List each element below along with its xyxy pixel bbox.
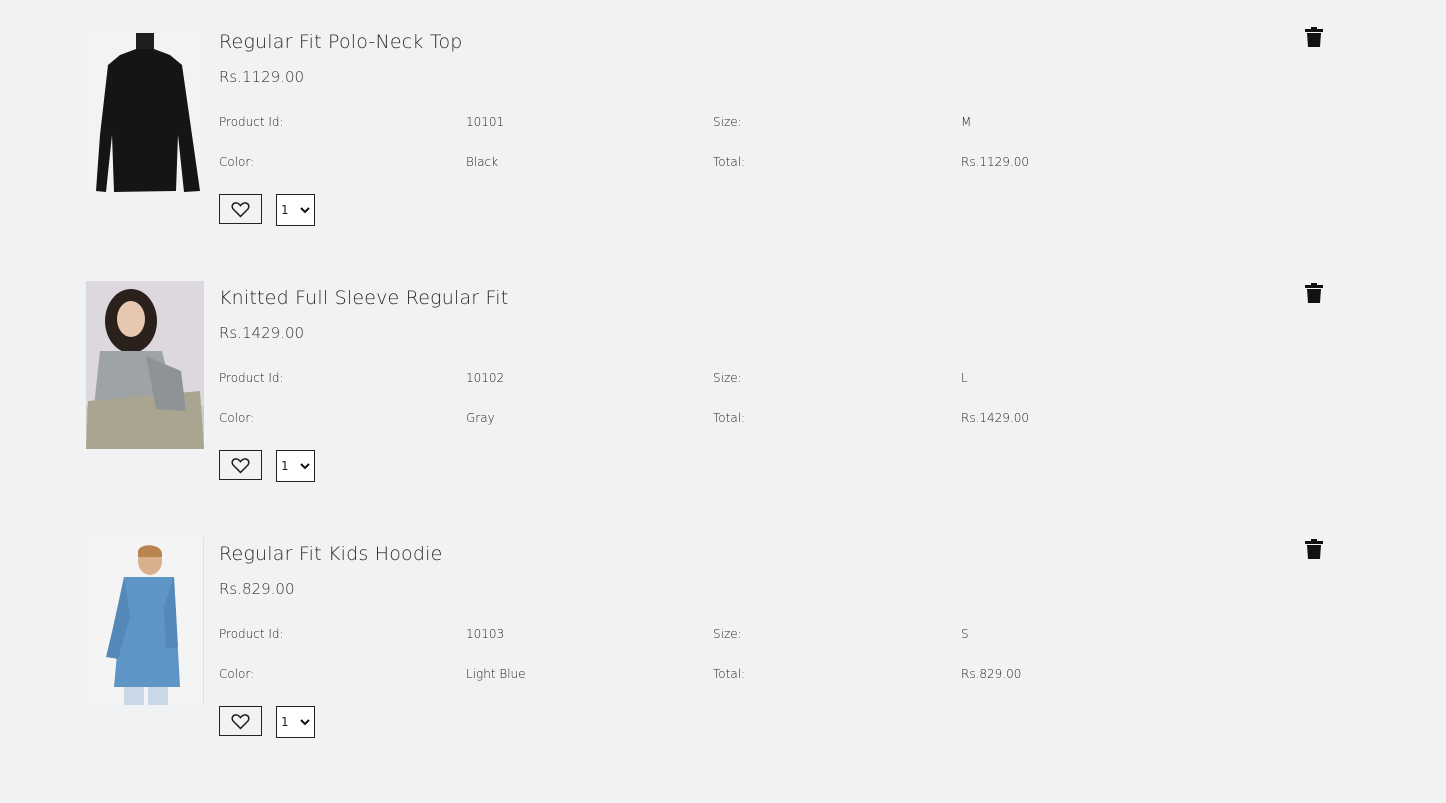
wishlist-button[interactable] xyxy=(219,706,262,736)
cart-items-list: Regular Fit Polo-Neck Top Rs.1129.00 Pro… xyxy=(0,0,1446,803)
product-id-value: 10102 xyxy=(466,371,505,385)
total-value: Rs.1129.00 xyxy=(961,155,1030,169)
quantity-select[interactable]: 1 xyxy=(276,450,315,482)
quantity-value: 1 xyxy=(281,459,289,473)
product-id-value: 10103 xyxy=(466,627,505,641)
quantity-value: 1 xyxy=(281,715,289,729)
size-label: Size: xyxy=(713,371,742,385)
wishlist-button[interactable] xyxy=(219,194,262,224)
cart-item: Regular Fit Kids Hoodie Rs.829.00 Produc… xyxy=(86,537,1346,767)
product-price: Rs.1429.00 xyxy=(219,324,305,342)
heart-icon xyxy=(231,201,250,218)
product-id-label: Product Id: xyxy=(219,627,284,641)
product-title[interactable]: Regular Fit Polo-Neck Top xyxy=(219,31,463,53)
trash-icon[interactable] xyxy=(1305,283,1323,303)
heart-icon xyxy=(231,713,250,730)
product-image[interactable] xyxy=(86,25,204,193)
chevron-down-icon xyxy=(300,206,310,213)
total-label: Total: xyxy=(713,667,746,681)
size-value: S xyxy=(961,627,969,641)
quantity-value: 1 xyxy=(281,203,289,217)
product-id-label: Product Id: xyxy=(219,115,284,129)
size-value: L xyxy=(961,371,968,385)
color-label: Color: xyxy=(219,155,255,169)
product-title[interactable]: Regular Fit Kids Hoodie xyxy=(219,543,442,565)
color-value: Gray xyxy=(466,411,495,425)
size-label: Size: xyxy=(713,115,742,129)
product-image[interactable] xyxy=(86,537,204,705)
product-price: Rs.829.00 xyxy=(219,580,295,598)
total-label: Total: xyxy=(713,411,746,425)
total-label: Total: xyxy=(713,155,746,169)
product-id-label: Product Id: xyxy=(219,371,284,385)
trash-icon[interactable] xyxy=(1305,539,1323,559)
cart-item: Knitted Full Sleeve Regular Fit Rs.1429.… xyxy=(86,281,1346,511)
total-value: Rs.829.00 xyxy=(961,667,1022,681)
color-value: Light Blue xyxy=(466,667,526,681)
chevron-down-icon xyxy=(300,462,310,469)
wishlist-button[interactable] xyxy=(219,450,262,480)
cart-item: Regular Fit Polo-Neck Top Rs.1129.00 Pro… xyxy=(86,25,1346,255)
chevron-down-icon xyxy=(300,718,310,725)
quantity-select[interactable]: 1 xyxy=(276,706,315,738)
size-value: M xyxy=(961,115,972,129)
product-image[interactable] xyxy=(86,281,204,449)
heart-icon xyxy=(231,457,250,474)
product-title[interactable]: Knitted Full Sleeve Regular Fit xyxy=(219,287,508,309)
color-label: Color: xyxy=(219,667,255,681)
color-label: Color: xyxy=(219,411,255,425)
size-label: Size: xyxy=(713,627,742,641)
trash-icon[interactable] xyxy=(1305,27,1323,47)
product-price: Rs.1129.00 xyxy=(219,68,305,86)
color-value: Black xyxy=(466,155,499,169)
product-id-value: 10101 xyxy=(466,115,505,129)
total-value: Rs.1429.00 xyxy=(961,411,1030,425)
quantity-select[interactable]: 1 xyxy=(276,194,315,226)
